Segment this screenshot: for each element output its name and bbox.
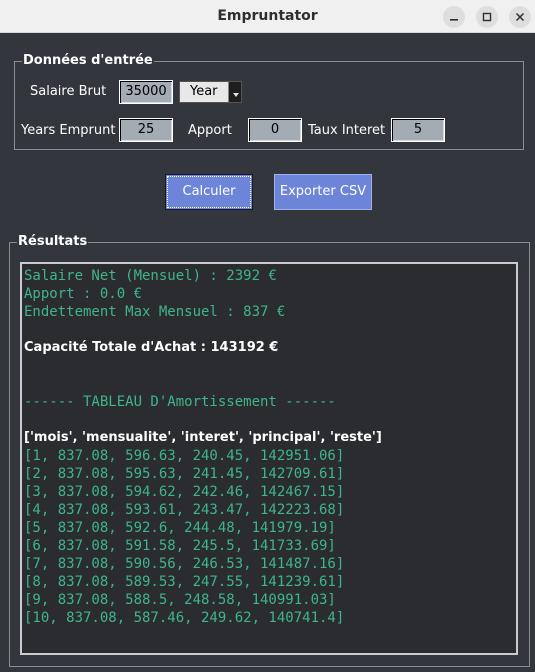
close-button[interactable] — [509, 6, 531, 28]
table-header-line: ['mois', 'mensualite', 'interet', 'princ… — [24, 430, 382, 445]
salaire-net-line: Salaire Net (Mensuel) : 2392 € — [24, 268, 277, 284]
results-output[interactable]: Salaire Net (Mensuel) : 2392 € Apport : … — [20, 262, 518, 655]
exporter-csv-button[interactable]: Exporter CSV — [274, 174, 372, 210]
table-row: [6, 837.08, 591.58, 245.5, 141733.69] — [24, 538, 336, 554]
salaire-input[interactable]: 35000 — [119, 80, 173, 104]
years-input[interactable]: 25 — [119, 118, 173, 142]
salaire-label: Salaire Brut — [30, 84, 107, 99]
apport-label: Apport — [188, 123, 232, 138]
table-row: [7, 837.08, 590.56, 246.53, 141487.16] — [24, 556, 345, 572]
taux-label: Taux Interet — [308, 123, 386, 138]
capacite-line: Capacité Totale d'Achat : 143192 € — [24, 340, 279, 355]
results-group-legend: Résultats — [17, 234, 89, 250]
table-row: [3, 837.08, 594.62, 242.46, 142467.15] — [24, 484, 345, 500]
table-row: [4, 837.08, 593.61, 243.47, 142223.68] — [24, 502, 345, 518]
taux-input[interactable]: 5 — [391, 118, 445, 142]
apport-input[interactable]: 0 — [248, 118, 302, 142]
input-group-legend: Données d'entrée — [22, 53, 154, 69]
table-row: [9, 837.08, 588.5, 248.58, 140991.03] — [24, 592, 336, 608]
years-label: Years Emprunt — [21, 123, 116, 138]
table-row: [1, 837.08, 596.63, 240.45, 142951.06] — [24, 448, 345, 464]
table-title-line: ------ TABLEAU D'Amortissement ------ — [24, 394, 336, 410]
minimize-button[interactable] — [443, 6, 465, 28]
minimize-icon — [450, 19, 458, 21]
dropdown-arrow[interactable] — [228, 82, 241, 102]
table-row: [8, 837.08, 589.53, 247.55, 141239.61] — [24, 574, 345, 590]
period-select[interactable]: Year — [179, 81, 242, 103]
apport-line: Apport : 0.0 € — [24, 286, 143, 302]
title-bar: Empruntator — [0, 0, 535, 33]
close-icon — [515, 12, 525, 22]
table-row: [10, 837.08, 587.46, 249.62, 140741.4] — [24, 610, 345, 626]
period-selected-value: Year — [190, 84, 218, 99]
maximize-button[interactable] — [476, 6, 498, 28]
maximize-icon — [482, 12, 492, 22]
chevron-down-icon — [233, 93, 239, 97]
table-row: [2, 837.08, 595.63, 241.45, 142709.61] — [24, 466, 345, 482]
calculer-button[interactable]: Calculer — [165, 174, 253, 210]
endettement-line: Endettement Max Mensuel : 837 € — [24, 304, 286, 320]
table-row: [5, 837.08, 592.6, 244.48, 141979.19] — [24, 520, 336, 536]
